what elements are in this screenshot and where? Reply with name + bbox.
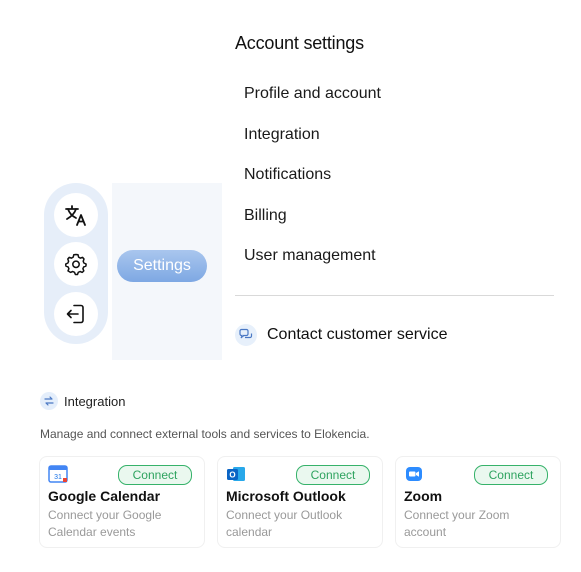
gear-icon	[64, 253, 87, 276]
google-calendar-icon: 31	[48, 465, 68, 483]
contact-customer-service[interactable]: Contact customer service	[235, 324, 448, 346]
logout-button[interactable]	[54, 292, 98, 336]
card-description: Connect your Zoom account	[404, 508, 510, 539]
settings-tooltip: Settings	[117, 250, 207, 282]
logout-icon	[66, 304, 84, 324]
integration-description: Manage and connect external tools and se…	[40, 427, 370, 441]
card-title: Zoom	[404, 488, 443, 504]
card-title: Google Calendar	[48, 488, 161, 504]
menu-item-billing[interactable]: Billing	[244, 207, 287, 225]
account-settings-title: Account settings	[235, 33, 364, 53]
outlook-icon: O	[226, 465, 246, 483]
menu-item-notifications[interactable]: Notifications	[244, 166, 331, 184]
menu-item-user-management[interactable]: User management	[244, 247, 376, 265]
zoom-icon	[404, 465, 424, 483]
settings-button[interactable]	[54, 242, 98, 286]
menu-item-integration[interactable]: Integration	[244, 126, 320, 144]
contact-customer-service-label: Contact customer service	[267, 326, 448, 343]
card-description: Connect your Outlook calendar	[226, 508, 343, 539]
integration-icon	[40, 392, 58, 410]
connect-zoom-button[interactable]: Connect	[474, 465, 548, 485]
translate-icon	[65, 205, 86, 226]
integration-heading: Integration	[40, 392, 125, 410]
menu-item-profile[interactable]: Profile and account	[244, 85, 381, 103]
integration-heading-label: Integration	[64, 393, 126, 409]
chat-icon	[235, 324, 257, 346]
card-title: Microsoft Outlook	[226, 488, 346, 504]
svg-text:O: O	[229, 471, 235, 480]
svg-text:31: 31	[54, 474, 62, 481]
card-description: Connect your Google Calendar events	[48, 508, 162, 539]
menu-divider	[235, 295, 554, 296]
integration-card-microsoft-outlook: O Connect Microsoft Outlook Connect your…	[217, 456, 383, 548]
integration-card-google-calendar: 31 Connect Google Calendar Connect your …	[39, 456, 205, 548]
connect-google-calendar-button[interactable]: Connect	[118, 465, 192, 485]
connect-microsoft-outlook-button[interactable]: Connect	[296, 465, 370, 485]
translate-button[interactable]	[54, 193, 98, 237]
integration-card-zoom: Connect Zoom Connect your Zoom account	[395, 456, 561, 548]
